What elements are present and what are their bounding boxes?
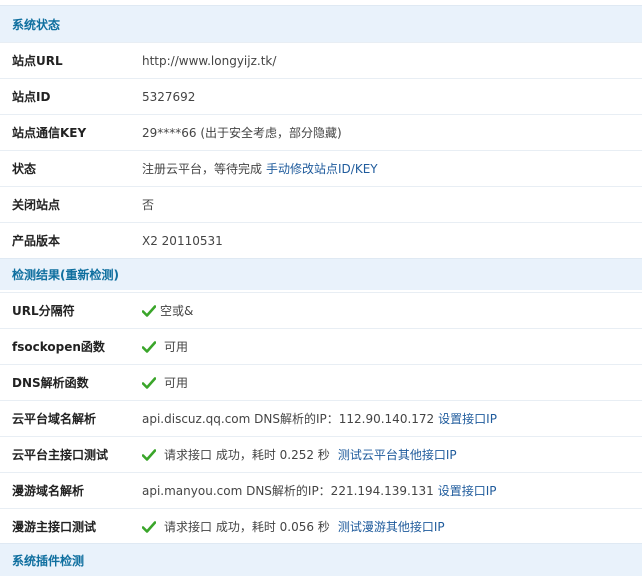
row-label: 云平台主接口测试 — [12, 448, 109, 462]
table-row: 关闭站点 否 — [0, 186, 642, 222]
row-value: 空或& — [160, 304, 194, 318]
row-value: api.manyou.com DNS解析的IP：221.194.139.131 — [142, 484, 434, 498]
check-icon — [142, 376, 156, 389]
row-value: 5327692 — [142, 89, 196, 104]
row-value: X2 20110531 — [142, 233, 223, 248]
section-title: 系统状态 — [12, 17, 61, 32]
recheck-link[interactable]: 检测结果(重新检测) — [12, 266, 119, 283]
check-icon — [142, 448, 156, 461]
table-row: 状态 注册云平台，等待完成 手动修改站点ID/KEY — [0, 150, 642, 186]
row-value: 注册云平台，等待完成 — [142, 162, 263, 176]
table-row: 站点URL http://www.longyijz.tk/ — [0, 42, 642, 78]
check-icon — [142, 520, 156, 533]
row-label: 产品版本 — [12, 234, 61, 248]
table-row: URL分隔符 空或& — [0, 292, 642, 328]
set-interface-ip-link[interactable]: 设置接口IP — [438, 482, 497, 499]
edit-site-id-key-link[interactable]: 手动修改站点ID/KEY — [266, 160, 378, 177]
set-interface-ip-link[interactable]: 设置接口IP — [438, 410, 497, 427]
table-row: 云平台主接口测试 请求接口 成功，耗时 0.252 秒 测试云平台其他接口IP — [0, 436, 642, 472]
section-title: 系统插件检测 — [12, 553, 85, 568]
row-label: 关闭站点 — [12, 198, 61, 212]
row-value: api.discuz.qq.com DNS解析的IP：112.90.140.17… — [142, 412, 435, 426]
test-cloud-other-ip-link[interactable]: 测试云平台其他接口IP — [338, 446, 457, 463]
row-label: 站点URL — [12, 54, 63, 68]
check-icon — [142, 340, 156, 353]
section-plugin-check: 系统插件检测 — [0, 543, 642, 576]
row-value: 请求接口 成功，耗时 0.252 秒 — [164, 448, 330, 462]
row-label: 状态 — [12, 162, 37, 176]
section-system-status: 系统状态 — [0, 5, 642, 42]
table-row: 站点ID 5327692 — [0, 78, 642, 114]
table-row: 漫游主接口测试 请求接口 成功，耗时 0.056 秒 测试漫游其他接口IP — [0, 508, 642, 544]
row-value: 可用 — [164, 376, 189, 390]
table-row: fsockopen函数 可用 — [0, 328, 642, 364]
row-label: URL分隔符 — [12, 304, 75, 318]
row-label: 漫游主接口测试 — [12, 520, 97, 534]
section-detection-results: 检测结果(重新检测) — [0, 258, 642, 290]
row-label: fsockopen函数 — [12, 340, 105, 354]
row-label: 漫游域名解析 — [12, 484, 85, 498]
row-label: 站点通信KEY — [12, 126, 87, 140]
table-row: 产品版本 X2 20110531 — [0, 222, 642, 258]
table-row: 漫游域名解析 api.manyou.com DNS解析的IP：221.194.1… — [0, 472, 642, 508]
table-row: DNS解析函数 可用 — [0, 364, 642, 400]
row-value: 请求接口 成功，耗时 0.056 秒 — [164, 520, 330, 534]
row-value: 可用 — [164, 340, 189, 354]
check-icon — [142, 304, 156, 317]
row-value: http://www.longyijz.tk/ — [142, 53, 277, 68]
table-row: 站点通信KEY 29****66 (出于安全考虑，部分隐藏) — [0, 114, 642, 150]
table-row: 云平台域名解析 api.discuz.qq.com DNS解析的IP：112.9… — [0, 400, 642, 436]
test-manyou-other-ip-link[interactable]: 测试漫游其他接口IP — [338, 518, 445, 535]
row-value: 否 — [142, 198, 155, 212]
row-label: 站点ID — [12, 90, 51, 104]
row-label: DNS解析函数 — [12, 376, 89, 390]
row-label: 云平台域名解析 — [12, 412, 97, 426]
row-value: 29****66 (出于安全考虑，部分隐藏) — [142, 126, 342, 140]
